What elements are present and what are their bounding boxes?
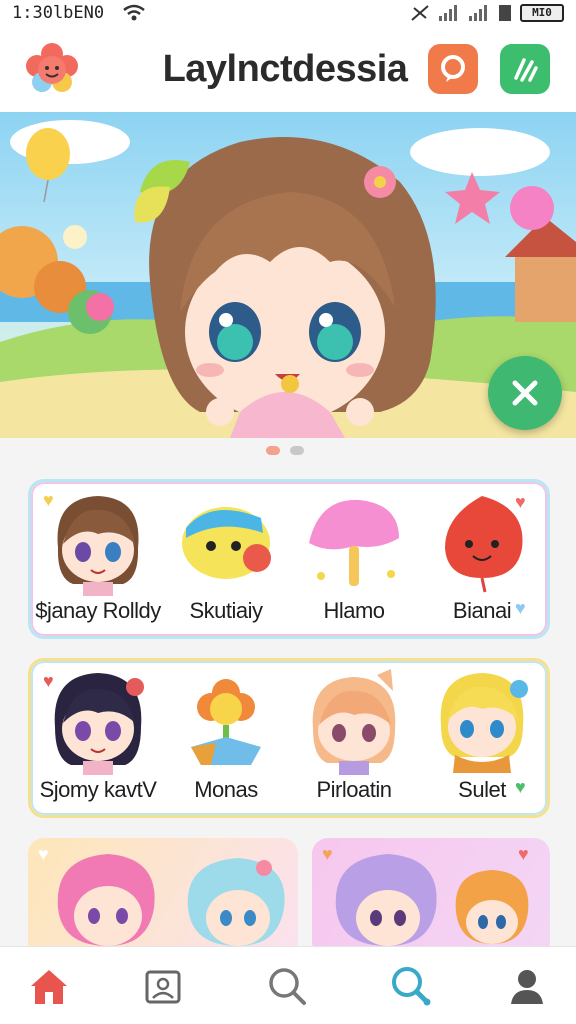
character-card[interactable]: Bianai <box>417 482 547 636</box>
nav-search[interactable] <box>262 961 312 1011</box>
signal-icon <box>439 5 457 21</box>
bottom-navigation <box>0 946 576 1024</box>
status-time: 1:30lbEN0 <box>12 3 105 23</box>
red-drop-creature-icon <box>445 496 523 593</box>
character-card[interactable]: Monas <box>161 661 291 815</box>
character-name: Hlamo <box>323 598 385 623</box>
pink-mushroom-icon <box>309 499 399 586</box>
heart-icon: ♥ <box>322 844 333 864</box>
character-card[interactable]: Hlamo <box>289 482 419 636</box>
character-card[interactable]: Pirloatin <box>289 661 419 815</box>
flower-logo-icon[interactable] <box>24 42 80 98</box>
character-name: Skutiaiy <box>189 598 263 623</box>
carousel-dot-active[interactable] <box>266 446 280 455</box>
girl-brown-hair-avatar-icon <box>57 496 139 596</box>
character-pair-illustration <box>57 854 285 946</box>
heart-icon: ♥ <box>38 844 49 864</box>
search-icon <box>269 968 306 1005</box>
chat-button[interactable] <box>428 44 478 94</box>
mute-icon <box>411 5 429 21</box>
brush-strokes-icon <box>514 58 538 82</box>
character-name: Monas <box>194 777 258 802</box>
heart-icon: ♥ <box>515 777 526 797</box>
character-name: Bianai <box>452 598 512 623</box>
signal-icon-2 <box>469 5 487 21</box>
status-bar: 1:30lbEN0 MI0 <box>0 0 576 26</box>
character-card[interactable]: Sjomy kavtV <box>33 661 163 815</box>
gallery-icon <box>145 970 181 1004</box>
character-name: Sjomy kavtV <box>39 777 157 802</box>
character-card[interactable]: Sulet <box>417 661 547 815</box>
nav-gallery[interactable] <box>138 961 188 1011</box>
app-header: Laylnctdessia <box>0 26 576 112</box>
blonde-boy-avatar-icon <box>440 673 528 773</box>
character-card[interactable]: Skutiaiy <box>161 482 291 636</box>
character-name: Sulet <box>458 777 506 802</box>
carousel-dot[interactable] <box>290 446 304 455</box>
character-name: Pirloatin <box>316 777 392 802</box>
character-name: $janay Rolldy <box>35 598 161 623</box>
heart-icon: ♥ <box>518 844 529 864</box>
character-row-2: ♥ Sjomy kavtV Monas Pirloatin Sulet ♥ <box>28 658 550 818</box>
profile-icon <box>511 970 543 1004</box>
floating-action-button[interactable] <box>488 356 562 430</box>
close-x-icon <box>512 380 538 406</box>
character-row-3-right[interactable]: ♥ ♥ <box>312 838 550 958</box>
character-pair-illustration <box>335 854 529 946</box>
battery-indicator: MI0 <box>520 4 564 22</box>
nav-discover[interactable] <box>386 961 436 1011</box>
brush-button[interactable] <box>500 44 550 94</box>
sim-icon <box>499 5 511 21</box>
cat-ear-girl-avatar-icon <box>312 669 396 775</box>
character-row-1: ♥ ♥ $janay Rolldy Skutiaiy Hlamo Bianai … <box>28 479 550 639</box>
app-title: Laylnctdessia <box>162 48 408 90</box>
nav-profile[interactable] <box>502 961 552 1011</box>
character-card[interactable]: $janay Rolldy <box>33 482 163 636</box>
home-icon <box>31 970 67 1004</box>
girl-dark-hair-avatar-icon <box>54 673 144 775</box>
discover-search-icon <box>392 967 431 1006</box>
flower-creature-icon <box>191 679 261 765</box>
rainbow-bird-creature-icon <box>182 507 271 579</box>
heart-icon: ♥ <box>515 598 526 618</box>
carousel-indicator <box>266 446 304 455</box>
nav-home[interactable] <box>24 961 74 1011</box>
wifi-icon <box>123 4 145 21</box>
character-row-3-left[interactable]: ♥ <box>28 838 298 958</box>
chat-bubble-icon <box>441 55 465 82</box>
